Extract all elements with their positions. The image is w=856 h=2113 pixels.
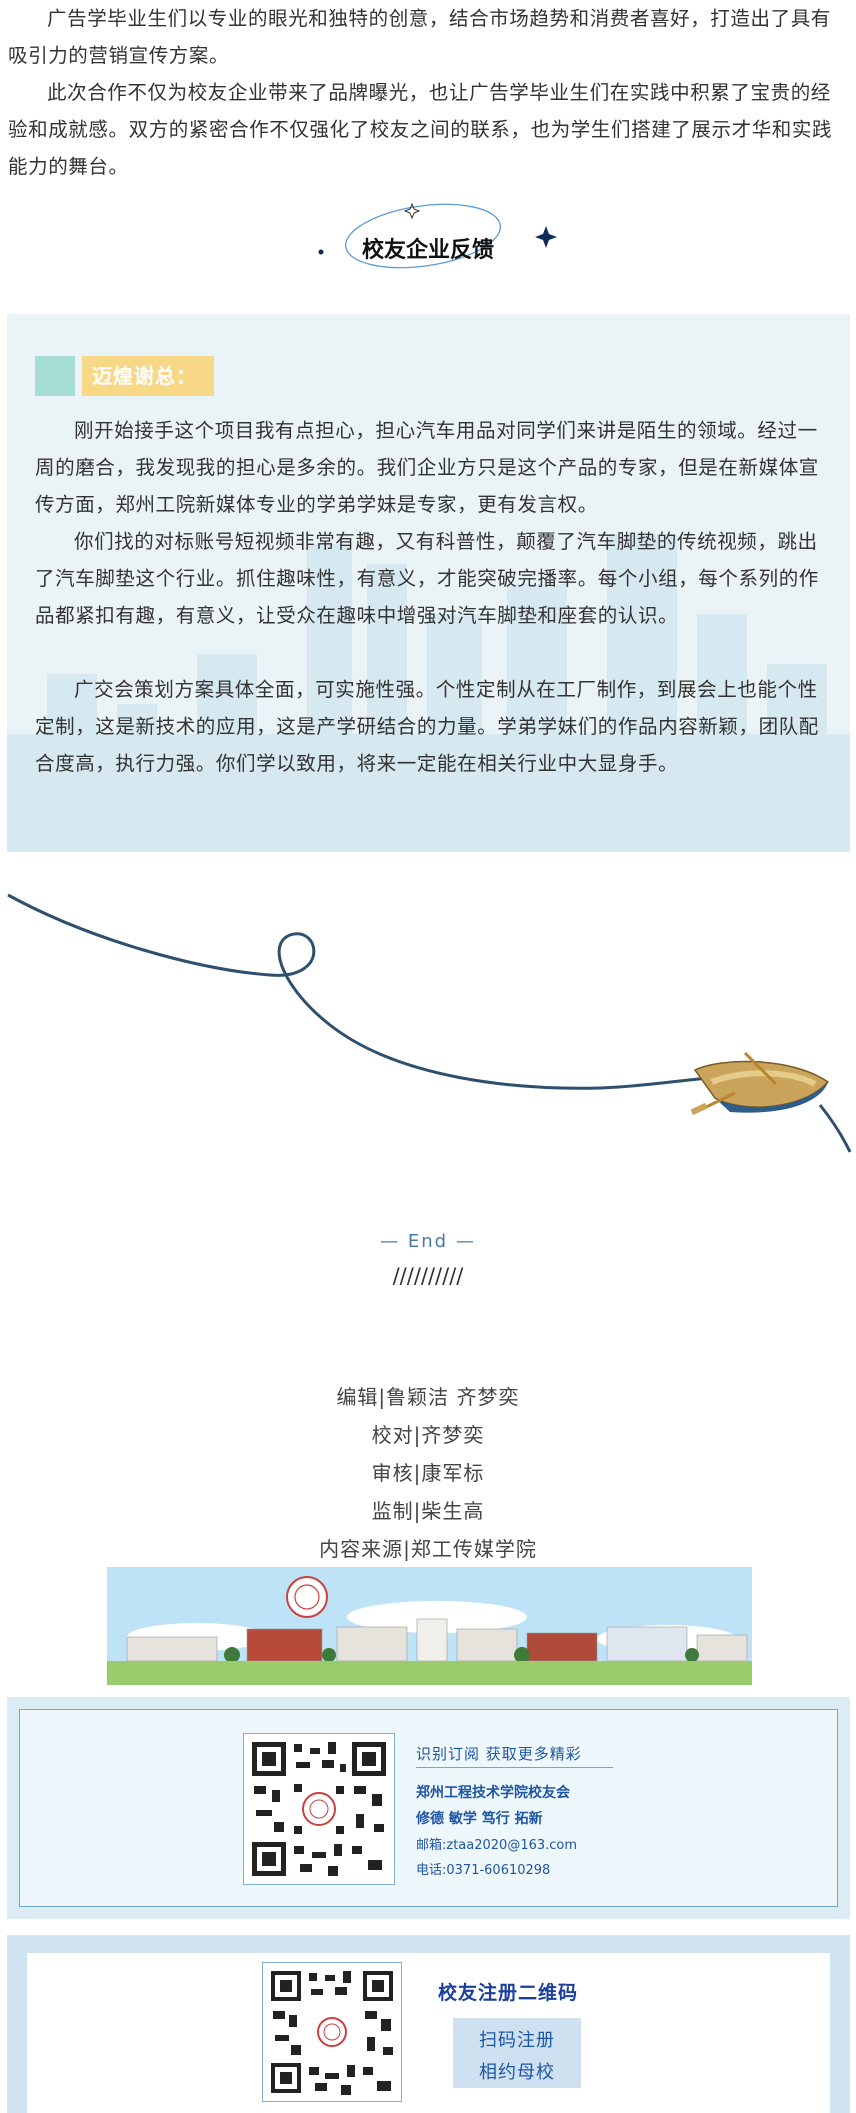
speaker-tag-square [35,356,75,396]
school-seal-icon [317,2017,347,2047]
feedback-paragraph-1: 刚开始接手这个项目我有点担心，担心汽车用品对同学们来讲是陌生的领域。经过一周的磨… [35,419,819,516]
credit-proofreader: 校对|齐梦奕 [371,1423,485,1447]
subscribe-qr-code[interactable] [243,1733,395,1885]
campus-banner [107,1567,752,1685]
subscribe-divider [416,1767,613,1768]
registration-title: 校友注册二维码 [438,1982,579,2004]
registration-line-1: 扫码注册 [479,2030,555,2051]
campus-illustration [107,1567,752,1685]
qr-code-icon [252,1742,386,1876]
qr-code-icon [271,1971,393,2095]
intro-paragraph-1: 广告学毕业生们以专业的眼光和独特的创意，结合市场趋势和消费者喜好，打造出了具有吸… [8,7,831,67]
school-seal-icon [286,1576,328,1618]
rope-boat-illustration [7,893,852,1153]
subscribe-org: 郑州工程技术学院校友会 [416,1785,570,1801]
feedback-panel: 迈煌谢总： 刚开始接手这个项目我有点担心，担心汽车用品对同学们来讲是陌生的领域。… [7,314,850,852]
registration-card [27,1953,830,2113]
rope-line [7,893,721,1090]
boat-icon [690,1051,830,1116]
subscribe-motto: 修德 敏学 笃行 拓新 [416,1811,543,1827]
feedback-paragraph-2: 你们找的对标账号短视频非常有趣，又有科普性，颠覆了汽车脚垫的传统视频，跳出了汽车… [35,530,819,627]
subscribe-headline: 识别订阅 获取更多精彩 [416,1745,582,1763]
credit-editor: 编辑|鲁颖洁 齐梦奕 [336,1385,520,1409]
subscribe-phone: 电话:0371-60610298 [416,1863,551,1878]
registration-button[interactable]: 扫码注册 相约母校 [453,2018,581,2088]
registration-line-2: 相约母校 [479,2062,555,2083]
feedback-paragraph-3: 广交会策划方案具体全面，可实施性强。个性定制从在工厂制作，到展会上也能个性定制，… [35,678,819,775]
registration-panel [7,1935,850,2113]
intro-paragraph-2: 此次合作不仅为校友企业带来了品牌曝光，也让广告学毕业生们在实践中积累了宝贵的经验… [8,81,833,178]
subscribe-email: 邮箱:ztaa2020@163.com [416,1838,578,1853]
end-slashes: ////////// [392,1264,464,1288]
credit-source: 内容来源|郑工传媒学院 [319,1537,537,1561]
credit-reviewer: 审核|康军标 [371,1461,485,1485]
speaker-name: 迈煌谢总： [82,356,214,396]
registration-qr-code[interactable] [262,1962,402,2102]
school-seal-icon [302,1792,336,1826]
rope-end [818,1104,852,1153]
section-heading: 校友企业反馈 [361,238,494,263]
credit-supervisor: 监制|柴生高 [371,1499,485,1523]
end-label: — End — [380,1231,476,1252]
section-heading-block: 校友企业反馈 [0,190,856,290]
